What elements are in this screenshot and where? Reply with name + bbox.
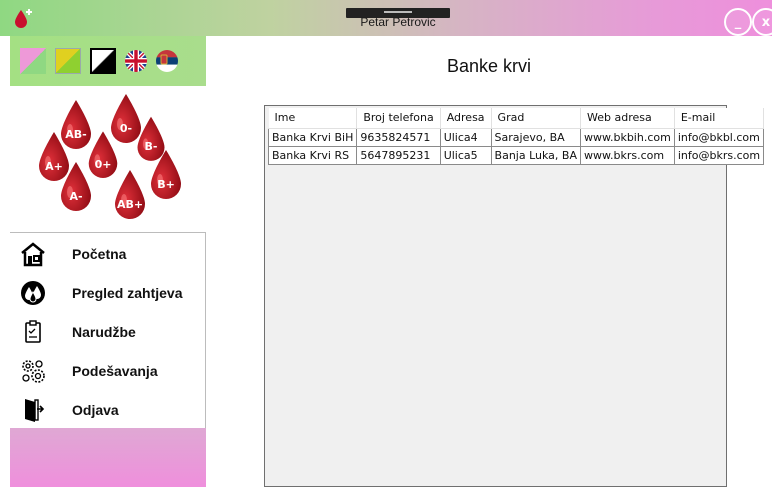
table-cell[interactable]: Banka Krvi RS [267, 145, 358, 165]
drop-label: A+ [45, 160, 63, 173]
table-cell[interactable]: 5647895231 [356, 145, 441, 165]
table-cell[interactable]: Ulica5 [439, 145, 492, 165]
uk-flag-icon[interactable] [125, 50, 147, 72]
home-icon [20, 241, 46, 267]
minimize-button[interactable]: _ [724, 8, 752, 36]
sidebar-item-label: Podešavanja [72, 363, 158, 379]
sidebar-item-odjava[interactable]: Odjava [10, 391, 206, 429]
sidebar-item-label: Narudžbe [72, 324, 136, 340]
sidebar-item-pregled-zahtjeva[interactable]: Pregled zahtjeva [10, 274, 206, 312]
blood-banks-table[interactable]: Ime Broj telefona Adresa Grad Web adresa… [264, 105, 765, 487]
column-header-grad[interactable]: Grad [491, 108, 582, 129]
theme-yellow-green-swatch[interactable] [55, 48, 81, 74]
drop-label: B- [145, 140, 158, 153]
table-cell[interactable]: info@bkrs.com [673, 145, 765, 165]
sidebar-footer [10, 428, 206, 487]
blood-drops-icon [20, 280, 46, 306]
sidebar-nav: Početna Pregled zahtjeva Narudžbe Podeša… [10, 232, 206, 428]
table-header-row: Ime Broj telefona Adresa Grad Web adresa… [268, 108, 765, 129]
data-grid: Ime Broj telefona Adresa Grad Web adresa… [267, 108, 765, 165]
drop-label: AB+ [117, 198, 143, 211]
column-header-adresa[interactable]: Adresa [440, 108, 492, 129]
sidebar: AB- 0- B- A+ 0+ B+ A- AB+ Početna Pregle… [0, 36, 206, 487]
sidebar-item-pocetna[interactable]: Početna [10, 235, 206, 273]
sidebar-item-narudzbe[interactable]: Narudžbe [10, 313, 206, 351]
column-header-ime[interactable]: Ime [268, 108, 358, 129]
table-cell[interactable]: www.bkrs.com [580, 145, 675, 165]
clipboard-icon [20, 319, 46, 345]
column-header-broj-telefona[interactable]: Broj telefona [356, 108, 441, 129]
theme-language-bar [10, 36, 206, 86]
table-row[interactable]: Banka Krvi RS 5647895231 Ulica5 Banja Lu… [267, 145, 765, 165]
drop-label: 0+ [95, 158, 112, 171]
close-button[interactable]: x [752, 8, 772, 36]
drop-label: A- [69, 190, 82, 203]
blood-drops-logo-icon: AB- 0- B- A+ 0+ B+ A- AB+ [39, 94, 181, 219]
gears-icon [20, 358, 46, 384]
table-cell[interactable]: Banka Krvi BiH [267, 127, 358, 147]
theme-black-white-swatch[interactable] [90, 48, 116, 74]
window-title: Petar Petrovic [360, 15, 436, 29]
table-cell[interactable]: Sarajevo, BA [490, 127, 582, 147]
theme-pink-green-swatch[interactable] [20, 48, 46, 74]
sidebar-item-label: Početna [72, 246, 127, 262]
sidebar-item-podesavanja[interactable]: Podešavanja [10, 352, 206, 390]
column-header-email[interactable]: E-mail [674, 108, 765, 129]
table-cell[interactable]: info@bkbl.com [673, 127, 765, 147]
table-cell[interactable]: 9635824571 [356, 127, 441, 147]
sidebar-item-label: Pregled zahtjeva [72, 285, 183, 301]
drop-label: AB- [65, 128, 86, 141]
column-header-web-adresa[interactable]: Web adresa [580, 108, 675, 129]
title-bar: Petar Petrovic _ x [0, 0, 772, 36]
drop-label: B+ [157, 178, 175, 191]
sidebar-item-label: Odjava [72, 402, 119, 418]
table-cell[interactable]: www.bkbih.com [580, 127, 675, 147]
table-cell[interactable]: Ulica4 [439, 127, 492, 147]
page-title: Banke krvi [446, 56, 532, 76]
table-cell[interactable]: Banja Luka, BA [490, 145, 582, 165]
blood-types-logo: AB- 0- B- A+ 0+ B+ A- AB+ [10, 86, 206, 232]
table-row[interactable]: Banka Krvi BiH 9635824571 Ulica4 Sarajev… [267, 127, 765, 147]
drop-label: 0- [120, 122, 132, 135]
serbia-flag-icon[interactable] [156, 50, 178, 72]
blood-drop-app-icon [15, 9, 32, 28]
exit-door-icon [20, 397, 46, 423]
